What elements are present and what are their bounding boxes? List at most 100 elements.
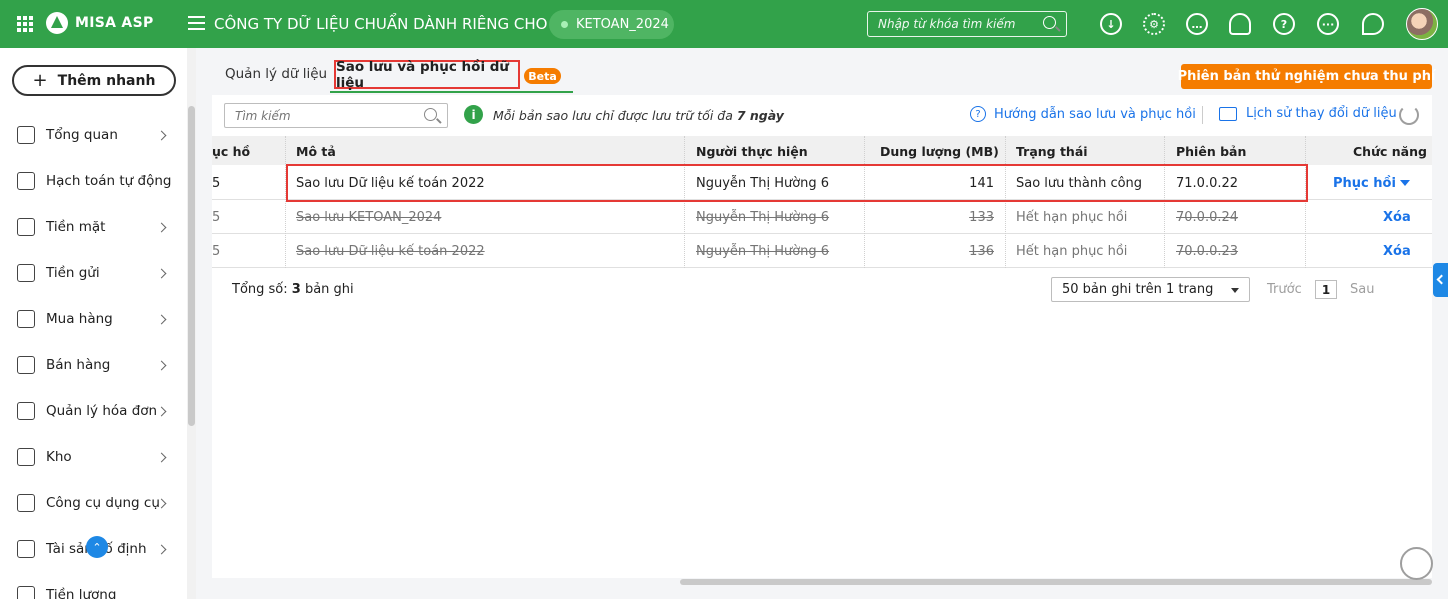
sidebar-scrollbar[interactable] (187, 48, 196, 599)
sidebar-scroll-thumb[interactable] (188, 106, 195, 426)
sidebar-item[interactable]: Tiền mặt (0, 207, 186, 247)
delete-button[interactable]: Xóa (1383, 244, 1411, 259)
cell-size: 133 (969, 210, 994, 225)
status-dot-icon (561, 21, 568, 28)
column-header-description[interactable]: Mô tả (296, 144, 336, 159)
company-name[interactable]: CÔNG TY DỮ LIỆU CHUẨN DÀNH RIÊNG CHO BA (214, 15, 573, 33)
info-icon: i (464, 105, 483, 124)
divider (1202, 106, 1203, 124)
total-count: 3 (291, 282, 301, 297)
chat-icon[interactable]: … (1186, 13, 1208, 35)
column-divider (684, 136, 685, 268)
tab-data-management[interactable]: Quản lý dữ liệu (225, 66, 327, 82)
selected-row-highlight (286, 164, 1308, 202)
prev-page-button[interactable]: Trước (1267, 282, 1302, 297)
tab-backup-restore[interactable]: Sao lưu và phục hồi dữ liệu (334, 59, 520, 91)
logo-text: MISA ASP (75, 15, 154, 31)
sidebar-item-label: Hạch toán tự động (46, 173, 172, 189)
misa-logo[interactable]: MISA ASP (46, 12, 154, 34)
column-header-restored[interactable]: ục hồi (212, 144, 250, 159)
history-link[interactable]: Lịch sử thay đổi dữ liệu (1219, 106, 1397, 121)
chevron-right-icon (156, 268, 167, 278)
current-page[interactable]: 1 (1315, 280, 1337, 299)
retention-info: Mỗi bản sao lưu chỉ được lưu trữ tối đa … (493, 108, 784, 123)
database-selector[interactable]: KETOAN_2024 (549, 10, 674, 39)
dashboard-icon (17, 126, 35, 144)
chevron-down-icon (1231, 288, 1239, 293)
total-prefix: Tổng số: (232, 282, 292, 297)
chevron-right-icon (156, 314, 167, 324)
search-icon[interactable] (424, 108, 437, 121)
table-horizontal-scrollbar[interactable] (212, 578, 1432, 586)
column-header-user[interactable]: Người thực hiện (696, 144, 808, 159)
cell-description: Sao lưu KETOAN_2024 (296, 210, 442, 225)
sidebar-item-label: Bán hàng (46, 357, 111, 373)
scroll-up-icon[interactable]: ⌃ (86, 536, 108, 558)
cash-bag-icon (17, 218, 35, 236)
sidebar-item[interactable]: Quản lý hóa đơn (0, 391, 186, 431)
help-icon[interactable]: ? (1273, 13, 1295, 35)
table-search[interactable] (224, 103, 448, 128)
table-scroll-thumb[interactable] (680, 579, 1432, 585)
cell-description: Sao lưu Dữ liệu kế toán 2022 (296, 244, 485, 259)
sidebar-item-label: Mua hàng (46, 311, 113, 327)
database-name: KETOAN_2024 (576, 17, 669, 32)
menu-icon[interactable] (188, 16, 205, 30)
sidebar-item-label: Tiền gửi (46, 265, 100, 281)
page-size-value: 50 bản ghi trên 1 trang (1062, 282, 1214, 297)
sidebar-item[interactable]: Tiền gửi (0, 253, 186, 293)
sidebar-item-label: Kho (46, 449, 72, 465)
sidebar-item[interactable]: Hạch toán tự động (0, 161, 186, 201)
total-records: Tổng số: 3 bản ghi (232, 282, 354, 297)
next-page-button[interactable]: Sau (1350, 282, 1374, 297)
cell-version: 70.0.0.23 (1176, 244, 1239, 259)
sidebar-item[interactable]: Tiền lương (0, 575, 186, 599)
seal-icon (1400, 547, 1433, 580)
column-header-actions[interactable]: Chức năng (1353, 144, 1427, 159)
refresh-icon[interactable] (1399, 105, 1419, 125)
auto-accounting-icon (17, 172, 35, 190)
history-link-label: Lịch sử thay đổi dữ liệu (1246, 106, 1397, 121)
column-header-status[interactable]: Trạng thái (1016, 144, 1088, 159)
salary-icon (17, 586, 35, 599)
global-search[interactable] (867, 11, 1067, 37)
help-link[interactable]: ? Hướng dẫn sao lưu và phục hồi (970, 106, 1196, 122)
trial-version-button[interactable]: Phiên bản thử nghiệm chưa thu phí (1178, 64, 1435, 89)
delete-button[interactable]: Xóa (1383, 210, 1411, 225)
sidebar-item[interactable]: Kho (0, 437, 186, 477)
active-tab-indicator (330, 91, 573, 93)
quick-add-button[interactable]: + Thêm nhanh (12, 65, 176, 96)
download-icon[interactable]: ↓ (1100, 13, 1122, 35)
location-icon[interactable] (1362, 13, 1384, 35)
beta-badge: Beta (524, 68, 561, 84)
column-header-size[interactable]: Dung lượng (MB) (880, 144, 999, 159)
cell-restored: 5 (212, 176, 221, 191)
retention-days: 7 ngày (736, 108, 784, 123)
sidebar-item-label: Công cụ dụng cụ (46, 495, 160, 511)
collapse-panel-icon[interactable] (1433, 263, 1448, 297)
chevron-down-icon[interactable] (1400, 180, 1410, 186)
app-grid-icon[interactable] (17, 16, 33, 32)
sidebar-item[interactable]: Mua hàng (0, 299, 186, 339)
chevron-right-icon (156, 130, 167, 140)
global-search-input[interactable] (878, 17, 1038, 31)
sidebar-item[interactable]: Bán hàng (0, 345, 186, 385)
cell-user: Nguyễn Thị Hường 6 (696, 210, 830, 225)
sidebar-item[interactable]: Tổng quan (0, 115, 186, 155)
page-size-select[interactable]: 50 bản ghi trên 1 trang (1051, 277, 1250, 302)
bell-icon[interactable] (1229, 13, 1251, 35)
column-header-version[interactable]: Phiên bản (1176, 144, 1246, 159)
gear-icon[interactable]: ⚙ (1143, 13, 1165, 35)
more-icon[interactable]: ··· (1317, 13, 1339, 35)
chevron-right-icon (156, 222, 167, 232)
table-search-input[interactable] (235, 108, 415, 123)
avatar[interactable] (1406, 8, 1438, 40)
column-divider (1305, 136, 1306, 268)
asset-icon (17, 540, 35, 558)
restore-button[interactable]: Phục hồi (1333, 176, 1396, 191)
search-icon[interactable] (1043, 16, 1056, 29)
sidebar-item[interactable]: Công cụ dụng cụ (0, 483, 186, 523)
help-link-label: Hướng dẫn sao lưu và phục hồi (994, 106, 1196, 122)
quick-add-label: Thêm nhanh (57, 72, 156, 89)
sidebar-item-label: Tiền mặt (46, 219, 106, 235)
